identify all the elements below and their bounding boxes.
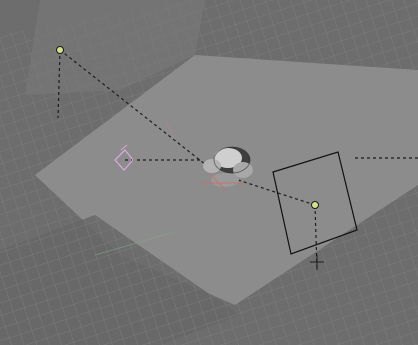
lamp-object-2[interactable]	[311, 201, 319, 209]
lamp-object[interactable]	[56, 46, 64, 54]
mesh-part-left	[203, 159, 221, 173]
lamp-icon	[311, 201, 319, 209]
viewport-canvas[interactable]	[0, 0, 418, 345]
3d-viewport[interactable]	[0, 0, 418, 345]
mesh-base	[211, 173, 239, 187]
lamp-icon	[56, 46, 64, 54]
